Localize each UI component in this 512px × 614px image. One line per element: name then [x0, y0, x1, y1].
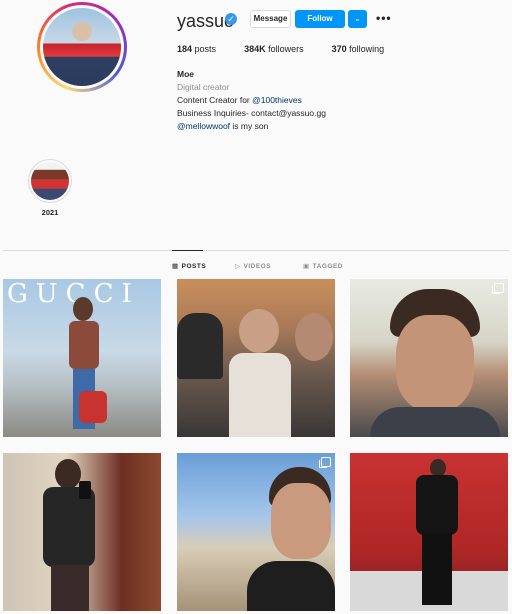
post-tile[interactable]	[177, 453, 335, 611]
carousel-icon	[492, 283, 504, 294]
post-face	[396, 315, 474, 411]
profile-bio: Moe Digital creator Content Creator for …	[177, 68, 326, 133]
tab-posts-label: POSTS	[181, 263, 207, 270]
bio-link-mellowwoof[interactable]: @mellowwoof	[177, 121, 230, 131]
post-tile[interactable]	[350, 453, 508, 611]
more-options-icon[interactable]: •••	[376, 11, 392, 25]
bio-line-3: @mellowwoof is my son	[177, 120, 326, 133]
suggested-dropdown-button[interactable]: ⌄	[348, 10, 367, 28]
highlight-ring	[28, 159, 72, 203]
post-figure-head	[73, 297, 93, 321]
following-stat[interactable]: 370 following	[332, 44, 385, 54]
post-figure-legs	[422, 533, 452, 605]
post-face	[271, 483, 331, 559]
following-label: following	[349, 44, 385, 54]
avatar-border	[40, 5, 124, 89]
message-button[interactable]: Message	[250, 10, 291, 28]
bio-line-2: Business Inquiries- contact@yassuo.gg	[177, 108, 326, 118]
followers-stat[interactable]: 384K followers	[244, 44, 304, 54]
tab-videos-label: VIDEOS	[243, 263, 272, 270]
post-figure	[239, 309, 279, 353]
posts-label: posts	[194, 44, 217, 54]
bio-name: Moe	[177, 69, 194, 79]
highlight-image	[31, 162, 69, 200]
bio-line-3-text: is my son	[230, 121, 269, 131]
posts-stat: 184 posts	[177, 44, 216, 54]
carousel-icon	[319, 457, 331, 468]
follow-button[interactable]: Follow	[295, 10, 345, 28]
followers-label: followers	[268, 44, 304, 54]
bio-line-1: Content Creator for @100thieves	[177, 94, 326, 107]
highlight-label: 2021	[41, 208, 59, 217]
post-figure-legs	[51, 565, 89, 611]
post-phone	[79, 481, 91, 499]
profile-avatar[interactable]	[37, 2, 127, 92]
tab-tagged-label: TAGGED	[312, 263, 343, 270]
bio-line-1-text: Content Creator for	[177, 95, 253, 105]
grid-icon: ▦	[172, 263, 179, 270]
post-figure	[177, 313, 223, 379]
story-highlight[interactable]: 2021	[28, 159, 72, 217]
post-tile[interactable]: GUCCI	[3, 279, 161, 437]
post-tile[interactable]	[3, 453, 161, 611]
post-bag	[79, 391, 107, 423]
post-figure-head	[55, 459, 81, 489]
tab-videos[interactable]: ▷ VIDEOS	[235, 262, 271, 270]
bio-link-100thieves[interactable]: @100thieves	[252, 95, 302, 105]
post-figure	[416, 475, 458, 535]
tab-posts[interactable]: ▦ POSTS	[172, 262, 206, 270]
post-figure	[69, 321, 99, 369]
post-tile[interactable]	[350, 279, 508, 437]
posts-count: 184	[177, 44, 193, 54]
post-shirt	[247, 561, 335, 611]
post-figure	[229, 353, 291, 437]
post-figure	[295, 313, 333, 361]
post-tile[interactable]	[177, 279, 335, 437]
post-shirt	[370, 407, 500, 437]
active-tab-indicator	[172, 250, 203, 251]
followers-count: 384K	[244, 44, 266, 54]
avatar-image	[43, 8, 121, 86]
chevron-down-icon: ⌄	[354, 14, 361, 23]
following-count: 370	[331, 44, 347, 54]
tab-tagged[interactable]: ▣ TAGGED	[303, 262, 343, 270]
tabs-divider	[3, 250, 509, 251]
profile-stats: 184 posts 384K followers 370 following	[177, 44, 412, 54]
video-icon: ▷	[235, 263, 241, 270]
bio-category: Digital creator	[177, 82, 230, 92]
tag-icon: ▣	[303, 263, 310, 270]
post-figure	[43, 487, 95, 567]
verified-badge-icon: ✓	[225, 13, 237, 25]
